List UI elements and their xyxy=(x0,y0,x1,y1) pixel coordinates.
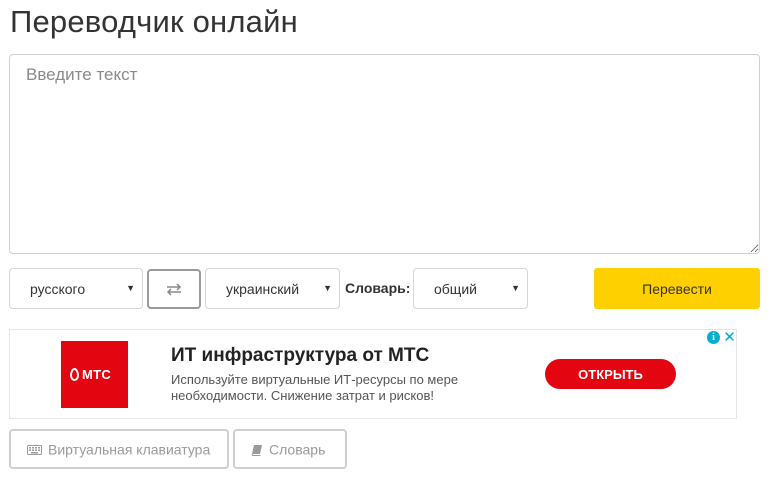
ad-title[interactable]: ИТ инфраструктура от МТС xyxy=(171,345,429,367)
ad-description: Используйте виртуальные ИТ-ресурсы по ме… xyxy=(171,372,459,403)
translation-controls: русского ▼ украинский ▼ Словарь: общий ▼… xyxy=(0,268,770,310)
mts-logo[interactable]: МТС xyxy=(61,341,128,408)
book-icon xyxy=(251,444,262,456)
caret-down-icon: ▼ xyxy=(126,283,135,293)
source-language-value: русского xyxy=(30,281,86,297)
dictionary-label: Словарь: xyxy=(345,280,411,296)
caret-down-icon: ▼ xyxy=(511,283,520,293)
translate-button[interactable]: Перевести xyxy=(594,268,760,309)
mts-logo-text: МТС xyxy=(82,367,112,382)
source-text-input[interactable] xyxy=(9,54,760,254)
source-language-select[interactable]: русского ▼ xyxy=(9,268,143,309)
virtual-keyboard-button[interactable]: Виртуальная клавиатура xyxy=(9,429,229,469)
dictionary-button[interactable]: Словарь xyxy=(233,429,347,469)
virtual-keyboard-label: Виртуальная клавиатура xyxy=(48,441,211,458)
caret-down-icon: ▼ xyxy=(323,283,332,293)
dictionary-value: общий xyxy=(434,281,477,297)
page-title: Переводчик онлайн xyxy=(10,4,298,39)
mts-egg-icon xyxy=(70,368,79,381)
dictionary-button-label: Словарь xyxy=(269,441,326,458)
dictionary-select[interactable]: общий ▼ xyxy=(413,268,528,309)
swap-languages-button[interactable] xyxy=(147,269,201,309)
target-language-select[interactable]: украинский ▼ xyxy=(205,268,340,309)
target-language-value: украинский xyxy=(226,281,300,297)
ad-info-icon[interactable]: i xyxy=(707,331,720,344)
keyboard-icon xyxy=(27,444,42,455)
ad-close-icon[interactable]: ✕ xyxy=(722,330,737,345)
ad-open-button[interactable]: ОТКРЫТЬ xyxy=(545,359,676,389)
ad-banner[interactable]: МТС ИТ инфраструктура от МТС Используйте… xyxy=(9,329,737,419)
swap-arrows-icon xyxy=(166,283,182,296)
